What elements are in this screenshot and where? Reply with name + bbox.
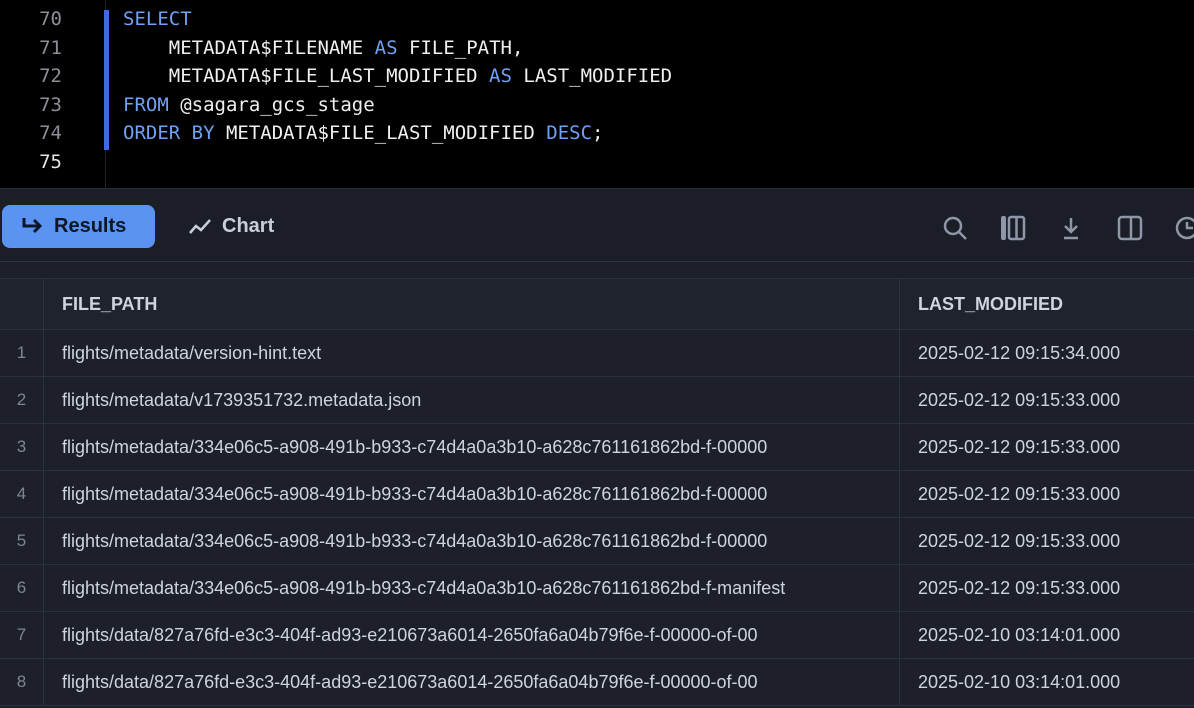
sql-text: LAST_MODIFIED — [511, 65, 673, 87]
sql-keyword: SELECT — [123, 8, 192, 30]
cell-file-path[interactable]: flights/metadata/334e06c5-a908-491b-b933… — [44, 471, 900, 517]
sql-keyword: FROM — [123, 93, 169, 116]
table-row[interactable]: 8 flights/data/827a76fd-e3c3-404f-ad93-e… — [0, 659, 1194, 706]
row-number: 7 — [0, 612, 44, 658]
cell-file-path[interactable]: flights/metadata/version-hint.text — [44, 330, 900, 376]
sql-text: ; — [592, 122, 604, 144]
table-row[interactable]: 5 flights/metadata/334e06c5-a908-491b-b9… — [0, 518, 1194, 565]
cell-file-path[interactable]: flights/metadata/v1739351732.metadata.js… — [44, 377, 900, 423]
sql-text: METADATA$FILE_LAST_MODIFIED — [214, 122, 547, 144]
sql-keyword: ORDER BY — [123, 122, 215, 144]
return-arrow-icon — [22, 217, 43, 233]
row-number: 5 — [0, 518, 44, 564]
results-toolbar: Results Chart — [0, 188, 1194, 262]
search-icon[interactable] — [942, 215, 968, 241]
code-line[interactable]: FROM @sagara_gcs_stage — [123, 94, 375, 116]
sql-editor[interactable]: 70 SELECT 71 METADATA$FILENAME AS FILE_PAT… — [0, 0, 1194, 188]
cell-last-modified[interactable]: 2025-02-10 03:14:01.000 — [900, 612, 1194, 658]
sql-text: FILE_PATH, — [397, 36, 524, 59]
code-line[interactable]: METADATA$FILENAME AS FILE_PATH, — [123, 36, 524, 59]
tab-chart[interactable]: Chart — [170, 205, 292, 248]
cell-file-path[interactable]: flights/metadata/334e06c5-a908-491b-b933… — [44, 424, 900, 470]
results-table: FILE_PATH LAST_MODIFIED 1 flights/metada… — [0, 278, 1194, 706]
table-row[interactable]: 2 flights/metadata/v1739351732.metadata.… — [0, 377, 1194, 424]
columns-icon[interactable] — [1000, 215, 1026, 241]
sql-keyword: AS — [489, 65, 512, 87]
line-number: 72 — [39, 65, 62, 87]
line-number: 74 — [39, 122, 62, 144]
cell-file-path[interactable]: flights/metadata/334e06c5-a908-491b-b933… — [44, 518, 900, 564]
row-number: 1 — [0, 330, 44, 376]
table-row[interactable]: 7 flights/data/827a76fd-e3c3-404f-ad93-e… — [0, 612, 1194, 659]
sql-text: METADATA$FILENAME — [123, 36, 375, 59]
code-line[interactable]: ORDER BY METADATA$FILE_LAST_MODIFIED DES… — [123, 122, 603, 144]
table-row[interactable]: 3 flights/metadata/334e06c5-a908-491b-b9… — [0, 424, 1194, 471]
row-number: 2 — [0, 377, 44, 423]
line-number: 70 — [39, 8, 62, 30]
side-panel-icon[interactable] — [1117, 215, 1143, 241]
row-number: 6 — [0, 565, 44, 611]
table-row[interactable]: 6 flights/metadata/334e06c5-a908-491b-b9… — [0, 565, 1194, 612]
row-number: 4 — [0, 471, 44, 517]
line-number: 73 — [39, 93, 62, 116]
cell-file-path[interactable]: flights/data/827a76fd-e3c3-404f-ad93-e21… — [44, 659, 900, 705]
line-chart-icon — [189, 218, 211, 234]
row-number: 3 — [0, 424, 44, 470]
code-line[interactable]: METADATA$FILE_LAST_MODIFIED AS LAST_MODI… — [123, 65, 672, 87]
cell-last-modified[interactable]: 2025-02-10 03:14:01.000 — [900, 659, 1194, 705]
selection-marker — [104, 10, 109, 150]
row-number: 8 — [0, 659, 44, 705]
cell-last-modified[interactable]: 2025-02-12 09:15:33.000 — [900, 471, 1194, 517]
tab-results-label: Results — [54, 215, 127, 237]
cell-last-modified[interactable]: 2025-02-12 09:15:33.000 — [900, 377, 1194, 423]
history-icon[interactable] — [1174, 215, 1194, 241]
sql-keyword: AS — [374, 36, 398, 59]
row-number-header — [0, 279, 44, 329]
cell-last-modified[interactable]: 2025-02-12 09:15:33.000 — [900, 424, 1194, 470]
sql-text: @sagara_gcs_stage — [168, 93, 375, 116]
sql-keyword: DESC — [546, 122, 593, 144]
cell-file-path[interactable]: flights/data/827a76fd-e3c3-404f-ad93-e21… — [44, 612, 900, 658]
cell-last-modified[interactable]: 2025-02-12 09:15:33.000 — [900, 565, 1194, 611]
column-header-file-path[interactable]: FILE_PATH — [44, 279, 900, 329]
tab-results[interactable]: Results — [2, 205, 155, 248]
download-icon[interactable] — [1058, 215, 1084, 241]
cell-last-modified[interactable]: 2025-02-12 09:15:34.000 — [900, 330, 1194, 376]
column-header-last-modified[interactable]: LAST_MODIFIED — [900, 279, 1194, 329]
line-number: 75 — [39, 150, 62, 173]
table-row[interactable]: 4 flights/metadata/334e06c5-a908-491b-b9… — [0, 471, 1194, 518]
cell-last-modified[interactable]: 2025-02-12 09:15:33.000 — [900, 518, 1194, 564]
line-number: 71 — [39, 36, 62, 59]
tab-chart-label: Chart — [222, 215, 275, 237]
table-row[interactable]: 1 flights/metadata/version-hint.text 202… — [0, 330, 1194, 377]
table-header: FILE_PATH LAST_MODIFIED — [0, 278, 1194, 330]
cell-file-path[interactable]: flights/metadata/334e06c5-a908-491b-b933… — [44, 565, 900, 611]
code-line[interactable]: SELECT — [123, 8, 192, 30]
sql-text: METADATA$FILE_LAST_MODIFIED — [123, 65, 490, 87]
